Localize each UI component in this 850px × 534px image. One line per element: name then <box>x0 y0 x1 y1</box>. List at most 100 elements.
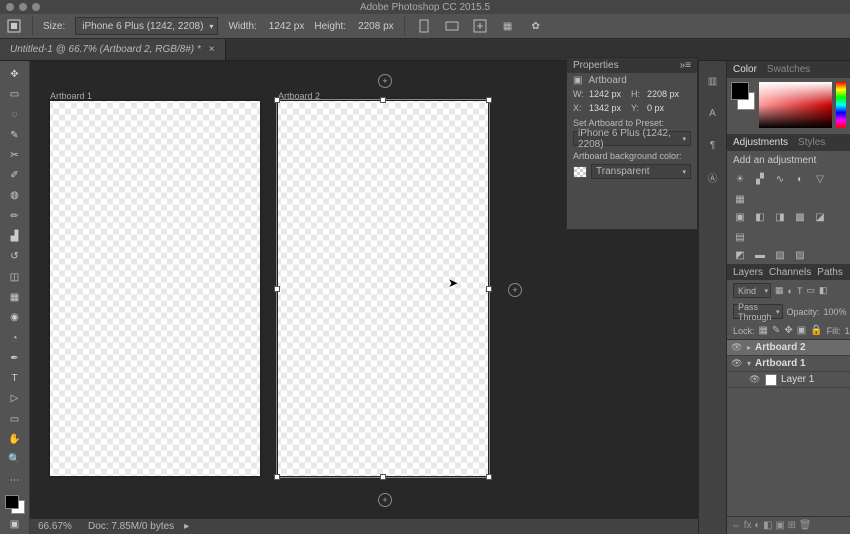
portrait-icon[interactable] <box>415 17 433 35</box>
doc-info[interactable]: Doc: 7.85M/0 bytes <box>88 521 174 532</box>
w-value[interactable]: 1242 px <box>589 89 625 99</box>
layer-row-artboard-1[interactable]: 👁 ▾ Artboard 1 <box>727 356 850 372</box>
settings-icon[interactable]: ✿ <box>527 17 545 35</box>
type-tool-icon[interactable]: T <box>3 369 27 387</box>
posterize-icon[interactable]: ▤ <box>733 230 747 244</box>
layers-footer[interactable]: ⇔ fx ◐ ◧ ▣ ⊞ 🗑 <box>727 516 850 534</box>
hue-bar[interactable] <box>836 82 846 128</box>
properties-panel[interactable]: Properties »≡ ▣ Artboard W: 1242 px H: 2… <box>566 57 698 230</box>
move-tool-icon[interactable]: ✥ <box>3 65 27 83</box>
properties-header[interactable]: Properties »≡ <box>567 58 697 73</box>
tab-adjustments[interactable]: Adjustments <box>733 137 788 148</box>
bg-color-chip[interactable] <box>573 166 587 178</box>
close-window-icon[interactable] <box>6 3 14 11</box>
window-controls[interactable] <box>6 3 40 11</box>
selective-color-icon[interactable]: ▧ <box>773 248 787 262</box>
gradient-map-icon[interactable]: ▬ <box>753 248 767 262</box>
blur-tool-icon[interactable]: ◉ <box>3 309 27 327</box>
character-panel-icon[interactable]: A <box>703 103 723 123</box>
y-value[interactable]: 0 px <box>647 103 683 113</box>
lookup-icon[interactable]: ▩ <box>793 210 807 224</box>
eraser-tool-icon[interactable]: ◫ <box>3 268 27 286</box>
h-value[interactable]: 2208 px <box>647 89 683 99</box>
layer-name[interactable]: Layer 1 <box>781 374 814 385</box>
foreground-background-colors[interactable] <box>5 495 25 513</box>
vibrance-icon[interactable]: ▽ <box>813 172 827 186</box>
foreground-color-swatch[interactable] <box>5 495 19 509</box>
pen-tool-icon[interactable]: ✒ <box>3 349 27 367</box>
photo-filter-icon[interactable]: ◧ <box>753 210 767 224</box>
visibility-icon[interactable]: 👁 <box>749 374 761 385</box>
layer-row-layer-1[interactable]: 👁 Layer 1 <box>727 372 850 388</box>
channel-mixer-icon[interactable]: ◨ <box>773 210 787 224</box>
color-spectrum[interactable] <box>759 82 832 128</box>
visibility-icon[interactable]: 👁 <box>731 358 743 369</box>
lock-trans-icon[interactable]: ▦ <box>759 325 768 336</box>
hand-tool-icon[interactable]: ✋ <box>3 430 27 448</box>
size-preset-select[interactable]: iPhone 6 Plus (1242, 2208) <box>75 17 218 35</box>
exposure-icon[interactable]: ◐ <box>793 172 807 186</box>
fg-color-swatch[interactable] <box>731 82 749 100</box>
width-value[interactable]: 1242 px <box>269 21 305 32</box>
tab-channels[interactable]: Channels <box>769 267 811 278</box>
blend-mode-select[interactable]: Pass Through <box>733 304 783 319</box>
glyphs-panel-icon[interactable]: Ⓐ <box>703 167 723 187</box>
lock-paint-icon[interactable]: ✎ <box>772 325 780 336</box>
twirl-icon[interactable]: ▾ <box>747 359 751 368</box>
close-tab-icon[interactable]: × <box>209 44 215 55</box>
zoom-window-icon[interactable] <box>32 3 40 11</box>
history-panel-icon[interactable]: ▥ <box>703 71 723 91</box>
shape-tool-icon[interactable]: ▭ <box>3 410 27 428</box>
zoom-level[interactable]: 66.67% <box>38 521 78 532</box>
minimize-window-icon[interactable] <box>19 3 27 11</box>
landscape-icon[interactable] <box>443 17 461 35</box>
add-artboard-top[interactable]: + <box>378 74 392 88</box>
align-icon[interactable]: ▦ <box>499 17 517 35</box>
history-brush-tool-icon[interactable]: ↺ <box>3 248 27 266</box>
filter-pixel-icon[interactable]: ▦ <box>775 285 784 296</box>
filter-adjust-icon[interactable]: ◐ <box>788 286 793 296</box>
tab-layers[interactable]: Layers <box>733 267 763 278</box>
filter-shape-icon[interactable]: ▭ <box>806 285 815 296</box>
tab-swatches[interactable]: Swatches <box>767 64 810 75</box>
artboard-tool-icon[interactable] <box>6 18 22 34</box>
visibility-icon[interactable]: 👁 <box>731 342 743 353</box>
bw-icon[interactable]: ▣ <box>733 210 747 224</box>
artboard-preset-select[interactable]: iPhone 6 Plus (1242, 2208) <box>573 131 691 146</box>
height-value[interactable]: 2208 px <box>358 21 394 32</box>
twirl-icon[interactable]: ▸ <box>747 343 751 352</box>
color-swatch-pair[interactable] <box>731 82 755 110</box>
marquee-tool-icon[interactable]: ▭ <box>3 85 27 103</box>
gradient-tool-icon[interactable]: ▦ <box>3 288 27 306</box>
brightness-icon[interactable]: ☀ <box>733 172 747 186</box>
x-value[interactable]: 1342 px <box>589 103 625 113</box>
layer-row-artboard-2[interactable]: 👁 ▸ Artboard 2 <box>727 340 850 356</box>
path-select-tool-icon[interactable]: ▷ <box>3 390 27 408</box>
zoom-tool-icon[interactable]: 🔍 <box>3 451 27 469</box>
more-tools-icon[interactable]: ⋯ <box>3 471 27 489</box>
stamp-tool-icon[interactable]: ▟ <box>3 227 27 245</box>
bg-color-select[interactable]: Transparent <box>591 164 691 179</box>
quick-select-tool-icon[interactable]: ✎ <box>3 126 27 144</box>
lasso-tool-icon[interactable]: ◌ <box>3 106 27 124</box>
layer-kind-filter[interactable]: Kind <box>733 283 771 298</box>
dodge-tool-icon[interactable]: ◔ <box>3 329 27 347</box>
tab-color[interactable]: Color <box>733 64 757 75</box>
artboard-label-2[interactable]: Artboard 2 <box>278 91 320 101</box>
lock-all-icon[interactable]: 🔒 <box>810 325 822 336</box>
artboard-1[interactable] <box>50 101 260 476</box>
lock-artboard-icon[interactable]: ▣ <box>797 325 806 336</box>
hue-icon[interactable]: ▦ <box>733 192 747 206</box>
brush-tool-icon[interactable]: ✏ <box>3 207 27 225</box>
layer-thumbnail[interactable] <box>765 374 777 386</box>
eyedropper-tool-icon[interactable]: ✐ <box>3 166 27 184</box>
curves-icon[interactable]: ∿ <box>773 172 787 186</box>
levels-icon[interactable]: ▞ <box>753 172 767 186</box>
doc-info-arrow-icon[interactable]: ▸ <box>184 521 189 532</box>
add-artboard-icon[interactable] <box>471 17 489 35</box>
invert-icon[interactable]: ◪ <box>813 210 827 224</box>
lock-pos-icon[interactable]: ✥ <box>784 325 792 336</box>
filter-smart-icon[interactable]: ◧ <box>819 285 828 296</box>
opacity-value[interactable]: 100% <box>824 307 847 317</box>
layer-name[interactable]: Artboard 2 <box>755 342 806 353</box>
